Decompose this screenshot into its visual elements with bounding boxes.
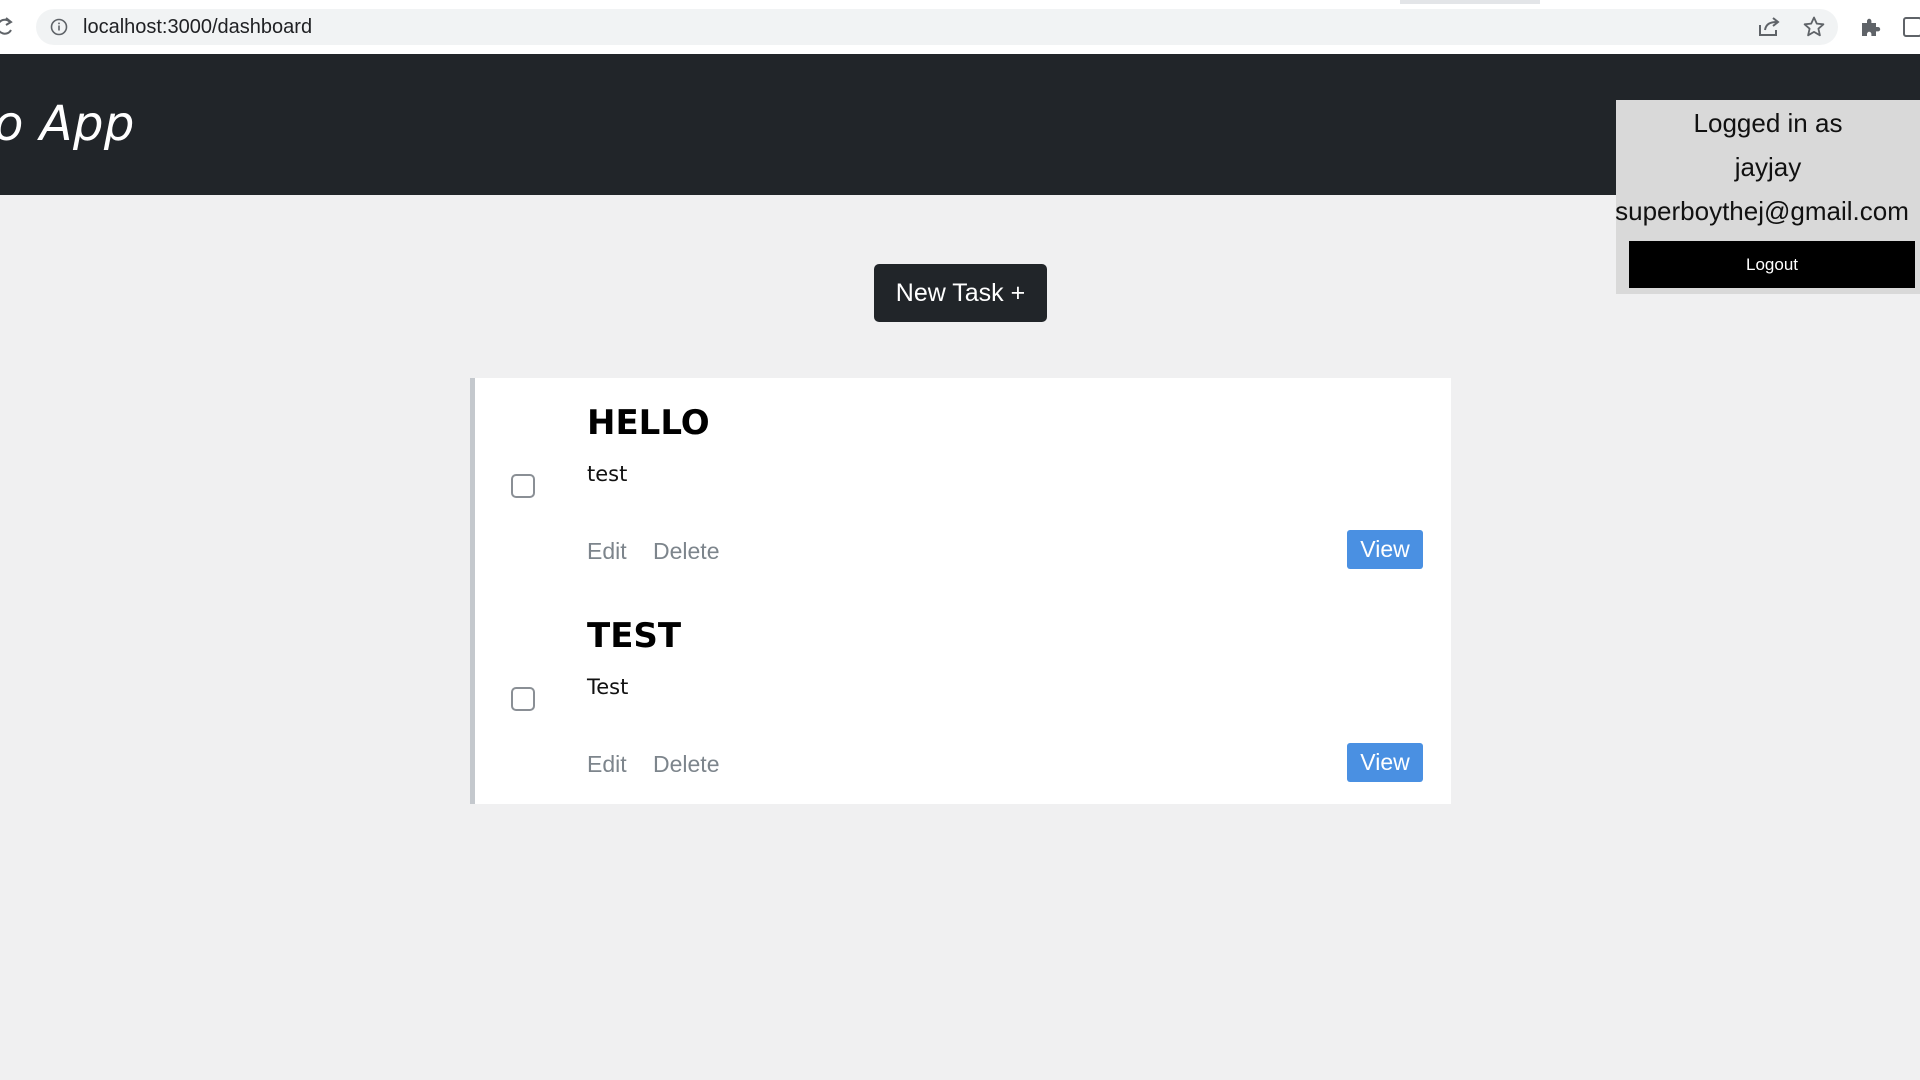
delete-task-link[interactable]: Delete — [653, 751, 719, 778]
tab-strip — [0, 0, 1920, 4]
task-checkbox[interactable] — [511, 687, 535, 711]
edit-task-link[interactable]: Edit — [587, 751, 627, 778]
task-title: HELLO — [587, 403, 710, 443]
task-item: HELLO test Edit Delete View — [475, 378, 1451, 590]
logout-button[interactable]: Logout — [1629, 241, 1915, 288]
user-panel: Logged in as jayjay superboythej@gmail.c… — [1615, 100, 1920, 294]
username: jayjay — [1734, 152, 1802, 182]
edit-task-link[interactable]: Edit — [587, 538, 627, 565]
app-title: o App — [0, 96, 135, 152]
view-task-button[interactable]: View — [1347, 743, 1423, 782]
side-panel-icon[interactable] — [1902, 15, 1920, 39]
task-description: Test — [587, 675, 629, 699]
logged-in-label: Logged in as — [1693, 108, 1843, 138]
puzzle-icon[interactable] — [1858, 15, 1882, 39]
reload-icon[interactable] — [0, 16, 16, 38]
task-item: TEST Test Edit Delete View — [475, 591, 1451, 803]
share-icon[interactable] — [1757, 16, 1781, 38]
task-title: TEST — [587, 616, 682, 656]
address-bar[interactable]: localhost:3000/dashboard — [36, 9, 1838, 45]
browser-toolbar: localhost:3000/dashboard — [0, 0, 1920, 54]
info-icon[interactable] — [50, 18, 68, 36]
star-icon[interactable] — [1802, 15, 1826, 39]
task-description: test — [587, 462, 628, 486]
user-email: superboythej@gmail.com — [1615, 196, 1909, 226]
new-task-button[interactable]: New Task + — [874, 264, 1047, 322]
url-text[interactable]: localhost:3000/dashboard — [83, 16, 312, 39]
task-list: HELLO test Edit Delete View TEST Test Ed… — [470, 378, 1451, 804]
delete-task-link[interactable]: Delete — [653, 538, 719, 565]
task-checkbox[interactable] — [511, 474, 535, 498]
view-task-button[interactable]: View — [1347, 530, 1423, 569]
